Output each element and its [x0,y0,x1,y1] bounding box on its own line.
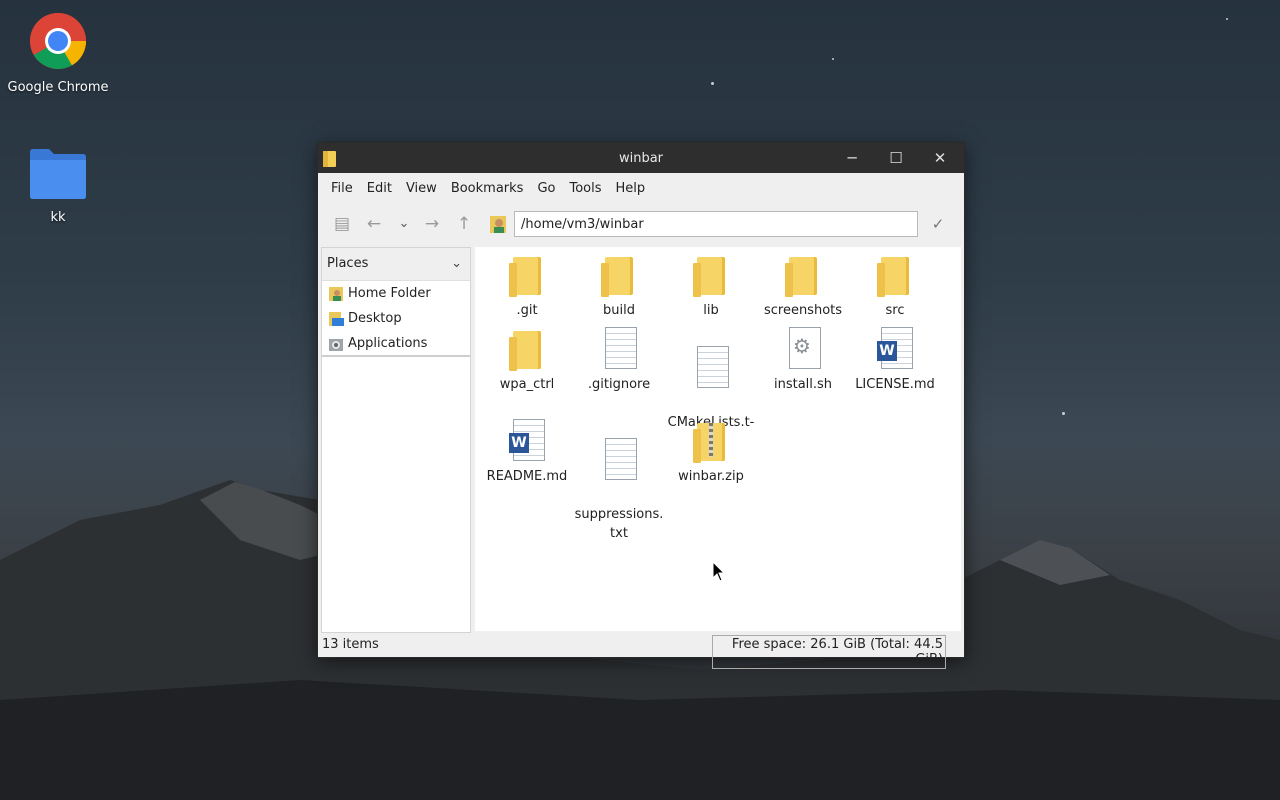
text-file-icon [599,327,639,371]
places-header[interactable]: Places ⌄ [322,248,470,281]
file-item-folder[interactable]: .git [481,253,573,320]
desktop-icon-google-chrome[interactable]: Google Chrome [3,12,113,95]
sidebar-item-applications[interactable]: Applications [322,331,470,356]
text-file-icon [599,438,639,482]
history-dropdown-icon[interactable]: ⌄ [392,213,416,235]
file-name: winbar.zip [678,469,744,484]
up-arrow-icon[interactable]: ↑ [452,213,476,235]
file-name: .git [516,303,538,318]
location-input[interactable]: /home/vm3/winbar [514,211,918,237]
file-name: wpa_ctrl [499,377,555,392]
file-name: screenshots [763,303,843,318]
file-name: README.md [486,469,568,484]
applications-icon [329,339,343,351]
folder-icon [507,327,547,371]
chrome-icon [30,13,86,69]
desktop-icon [329,312,344,326]
file-name: lib [703,303,719,318]
file-name: build [603,303,635,318]
file-item-folder[interactable]: wpa_ctrl [481,327,573,394]
close-button[interactable]: ✕ [918,143,962,173]
menu-bookmarks[interactable]: Bookmarks [444,181,531,196]
file-item-text[interactable]: suppressions. txt [573,419,665,562]
folder-icon [507,253,547,297]
sidebar-item-label: Desktop [348,311,402,326]
minimize-button[interactable]: ─ [830,143,874,173]
file-name: .gitignore [587,377,651,392]
folder-icon [599,253,639,297]
word-document-icon: W [875,327,915,371]
menu-tools[interactable]: Tools [562,181,608,196]
free-space: Free space: 26.1 GiB (Total: 44.5 GiB) [712,635,946,669]
status-bar: 13 items Free space: 26.1 GiB (Total: 44… [318,633,964,669]
menu-go[interactable]: Go [530,181,562,196]
file-item-word[interactable]: W README.md [481,419,573,486]
star [1062,412,1065,415]
word-document-icon: W [507,419,547,463]
menu-bar: File Edit View Bookmarks Go Tools Help [318,173,964,203]
menu-edit[interactable]: Edit [360,181,399,196]
mouse-cursor-icon [712,561,726,582]
file-item-folder[interactable]: src [849,253,941,320]
desktop-icon-kk-folder[interactable]: kk [3,148,113,225]
menu-file[interactable]: File [324,181,360,196]
file-item-zip[interactable]: winbar.zip [665,419,757,486]
view-icon[interactable]: ▤ [330,213,354,235]
desktop-icon-label: kk [50,210,66,225]
script-file-icon: ⚙ [783,327,823,371]
file-item-word[interactable]: W LICENSE.md [849,327,941,394]
text-file-icon [691,346,731,390]
zip-archive-icon [691,419,731,463]
file-name: src [885,303,905,318]
menu-view[interactable]: View [399,181,444,196]
file-item-text[interactable]: .gitignore [573,327,665,394]
file-name: suppressions. txt [574,507,664,541]
divider [322,355,470,357]
clear-icon[interactable]: ✓ [926,213,950,235]
sidebar-item-desktop[interactable]: Desktop [322,306,470,331]
file-item-folder[interactable]: lib [665,253,757,320]
home-icon[interactable] [486,213,510,235]
sidebar-item-label: Home Folder [348,286,431,301]
sidebar-item-label: Applications [348,336,428,351]
folder-icon [30,149,86,199]
desktop-icon-label: Google Chrome [7,80,109,95]
maximize-button[interactable]: ☐ [874,143,918,173]
item-count: 13 items [322,637,379,652]
file-item-folder[interactable]: screenshots [757,253,849,320]
star [832,58,834,60]
folder-icon [875,253,915,297]
file-name: install.sh [773,377,833,392]
folder-icon [783,253,823,297]
file-manager-window[interactable]: winbar ─ ☐ ✕ File Edit View Bookmarks Go… [317,142,965,669]
forward-arrow-icon[interactable]: → [420,213,444,235]
places-header-label: Places [327,256,369,271]
title-bar[interactable]: winbar ─ ☐ ✕ [318,143,964,173]
file-item-folder[interactable]: build [573,253,665,320]
chevron-down-icon[interactable]: ⌄ [451,248,462,280]
sidebar-item-home-folder[interactable]: Home Folder [322,281,470,306]
file-name: LICENSE.md [855,377,935,392]
star [711,82,714,85]
places-sidebar: Places ⌄ Home Folder Desktop Application… [321,247,471,633]
file-item-script[interactable]: ⚙ install.sh [757,327,849,394]
star [1226,18,1228,20]
home-folder-icon [329,287,343,301]
toolbar: ▤ ← ⌄ → ↑ /home/vm3/winbar ✓ [318,203,964,243]
menu-help[interactable]: Help [609,181,653,196]
back-arrow-icon[interactable]: ← [362,213,386,235]
folder-icon [691,253,731,297]
